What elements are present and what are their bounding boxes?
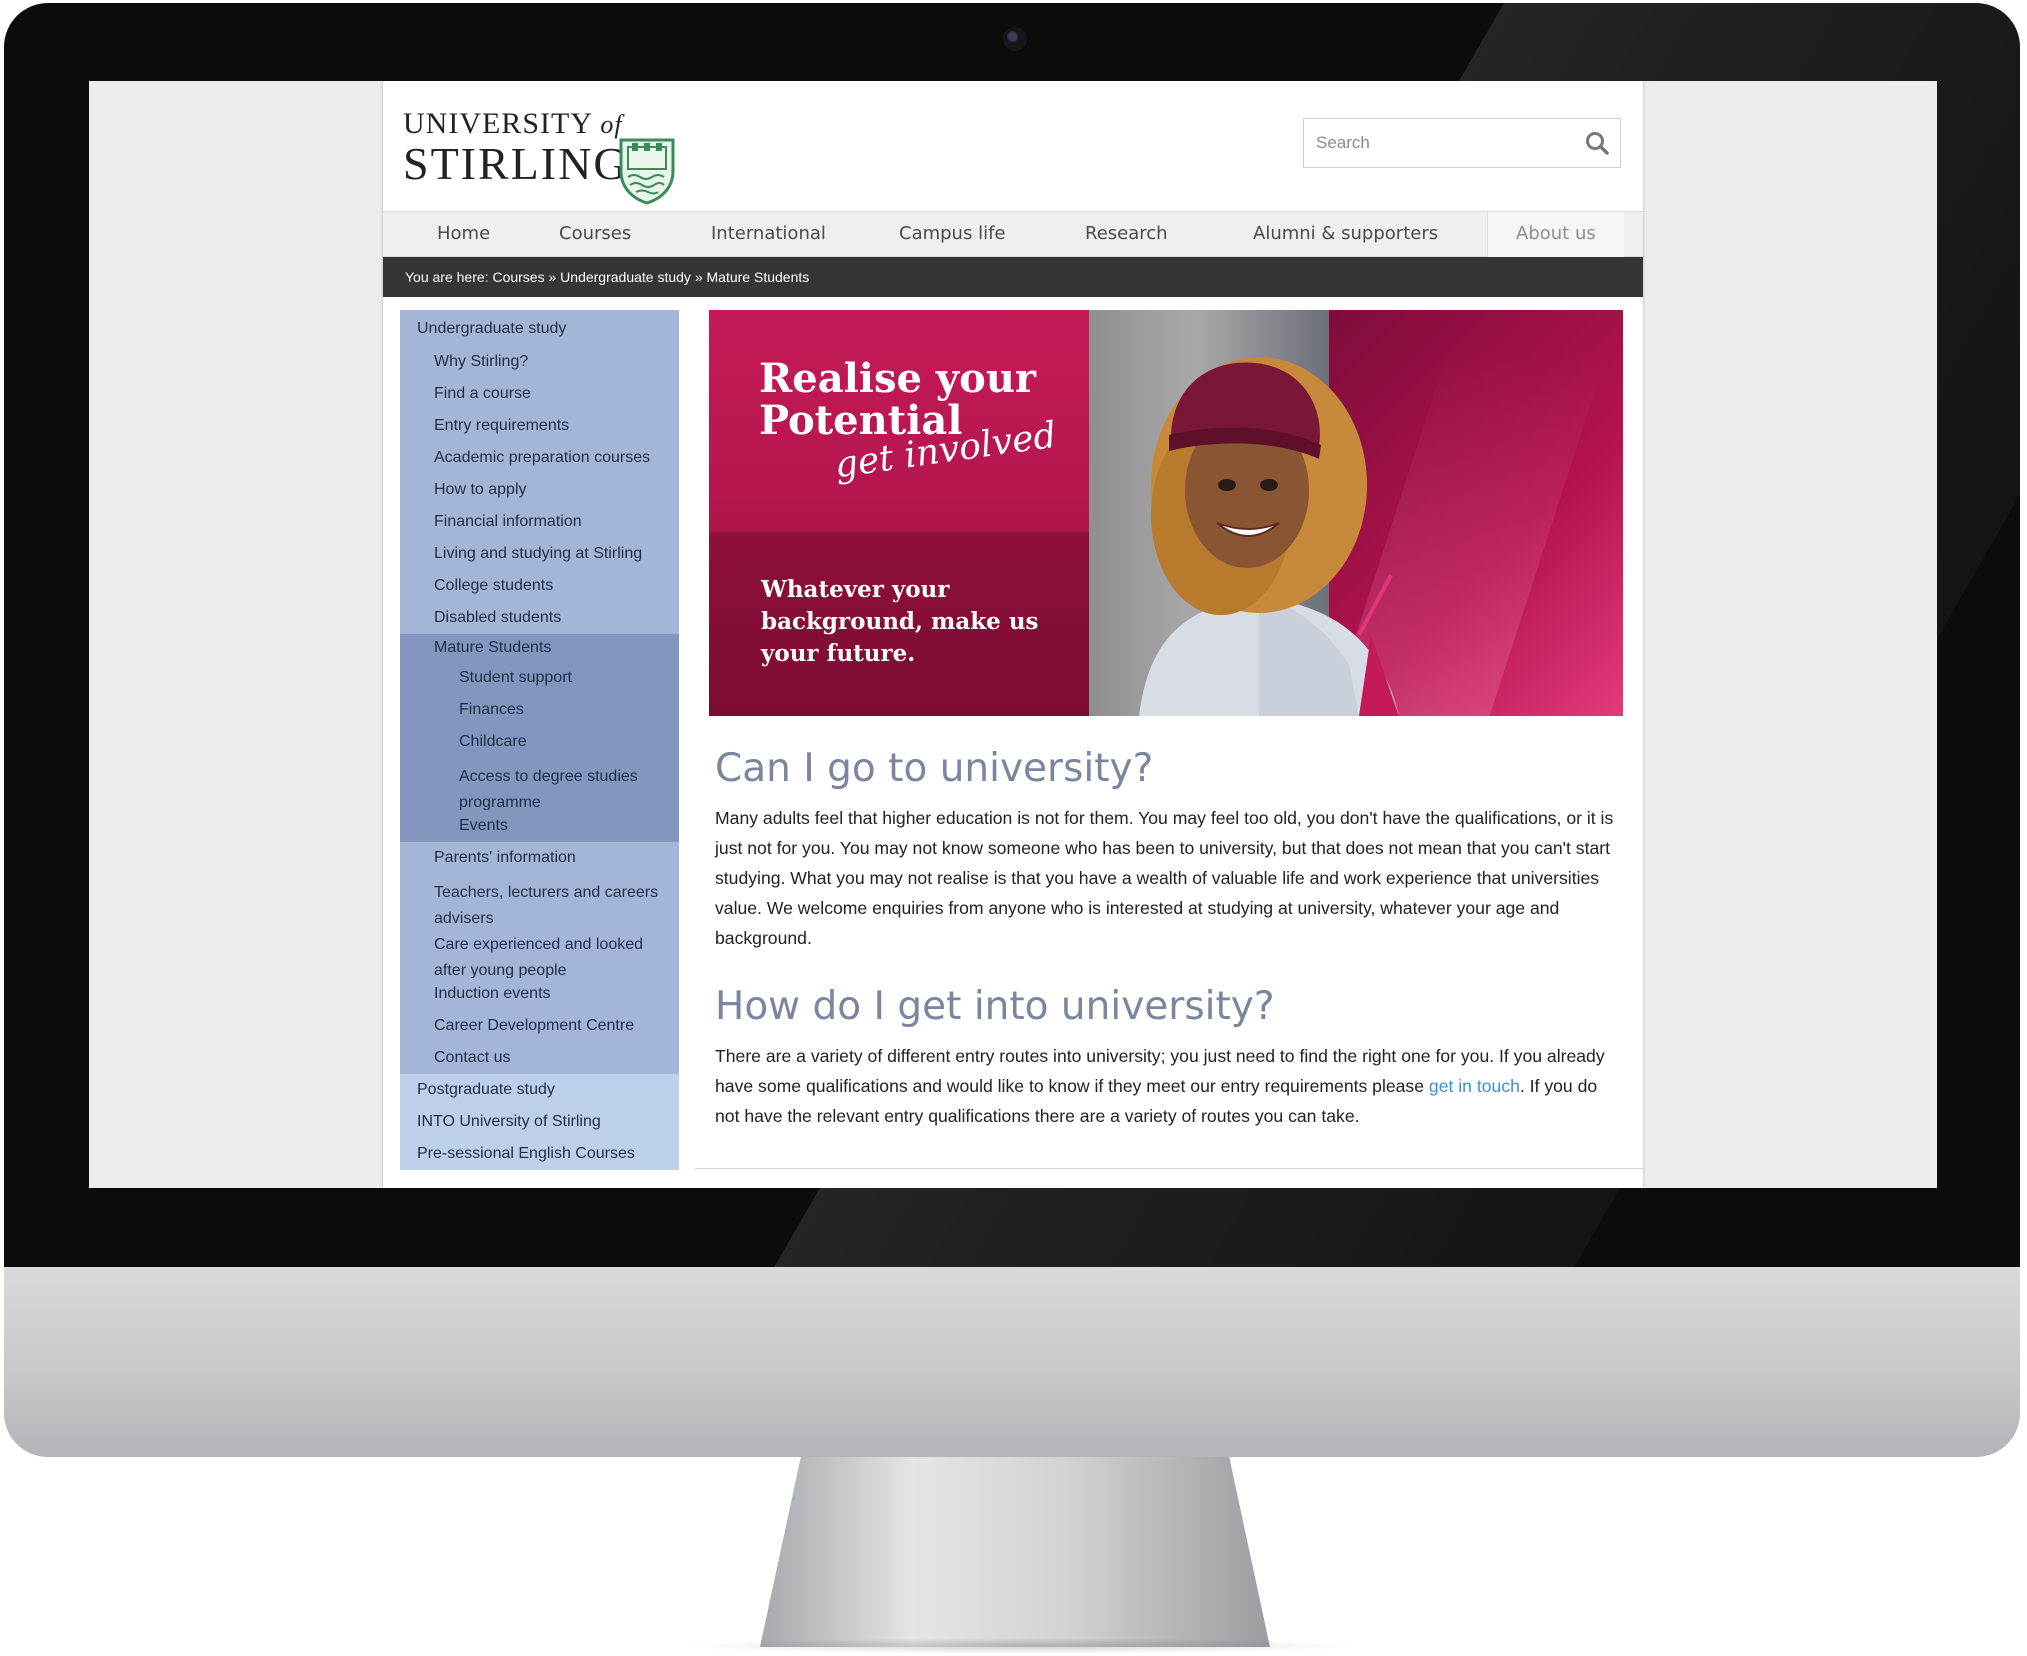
nav-alumni-supporters[interactable]: Alumni & supporters (1253, 212, 1438, 258)
nav-international[interactable]: International (711, 212, 826, 258)
breadcrumb-undergraduate[interactable]: Undergraduate study (560, 269, 691, 285)
sidebar-item-find-course[interactable]: Find a course (400, 378, 679, 410)
breadcrumb: You are here: Courses » Undergraduate st… (383, 257, 1643, 297)
sidebar-item-college-students[interactable]: College students (400, 570, 679, 602)
hero-photo (1089, 310, 1623, 716)
sidebar-subitem-access-degree[interactable]: Access to degree studies programme (400, 758, 679, 811)
sidebar-item-entry-requirements[interactable]: Entry requirements (400, 410, 679, 442)
monitor-stand (760, 1457, 1270, 1647)
sidebar-item-disabled-students[interactable]: Disabled students (400, 602, 679, 634)
stand-shadow (680, 1638, 1360, 1654)
sidebar-section-postgraduate[interactable]: Postgraduate study (400, 1074, 679, 1106)
paragraph-how-do-i-get-in: There are a variety of different entry r… (715, 1046, 1605, 1126)
sidebar-item-contact-us[interactable]: Contact us (400, 1042, 679, 1074)
sidebar-item-career-development[interactable]: Career Development Centre (400, 1010, 679, 1042)
monitor-chin (4, 1267, 2020, 1457)
hero-banner[interactable]: Realise your Potential get involved What… (709, 310, 1623, 716)
sidebar-section-undergraduate[interactable]: Undergraduate study (400, 310, 679, 346)
nav-about-us[interactable]: About us (1487, 212, 1624, 258)
university-crest-icon (619, 138, 675, 205)
sidebar-section-presessional[interactable]: Pre-sessional English Courses (400, 1138, 679, 1170)
breadcrumb-current[interactable]: Mature Students (707, 269, 810, 285)
sidebar-item-parents-information[interactable]: Parents' information (400, 842, 679, 874)
sidebar-item-why-stirling[interactable]: Why Stirling? (400, 346, 679, 378)
breadcrumb-courses[interactable]: Courses (492, 269, 544, 285)
sidebar-item-induction-events[interactable]: Induction events (400, 978, 679, 1010)
hero-tagline: Whatever your background, make us your f… (761, 576, 1039, 667)
sidebar-subitem-events[interactable]: Events (400, 810, 679, 842)
student-photo (1139, 357, 1399, 716)
sidebar-subitem-student-support[interactable]: Student support (400, 662, 679, 694)
breadcrumb-separator: » (544, 269, 561, 285)
sidebar-subitem-childcare[interactable]: Childcare (400, 726, 679, 758)
sidebar-item-how-to-apply[interactable]: How to apply (400, 474, 679, 506)
get-in-touch-link[interactable]: get in touch (1429, 1076, 1520, 1096)
main-nav: Home Courses International Campus life R… (383, 211, 1643, 258)
sidebar-subitem-finances[interactable]: Finances (400, 694, 679, 726)
logo-university-text: UNIVERSITY of (403, 107, 623, 140)
sidebar-item-care-experienced[interactable]: Care experienced and looked after young … (400, 926, 679, 979)
search-box (1303, 118, 1621, 168)
breadcrumb-separator: » (690, 269, 707, 285)
search-icon[interactable] (1584, 130, 1610, 156)
sidebar-item-living-studying[interactable]: Living and studying at Stirling (400, 538, 679, 570)
sidebar-item-teachers-lecturers[interactable]: Teachers, lecturers and careers advisers (400, 874, 679, 927)
screen: UNIVERSITY of STIRLING Home (89, 81, 1937, 1188)
breadcrumb-prefix: You are here: (405, 269, 493, 285)
nav-campus-life[interactable]: Campus life (899, 212, 1005, 258)
sidebar-item-academic-preparation[interactable]: Academic preparation courses (400, 442, 679, 474)
main-content: Can I go to university? Many adults feel… (715, 745, 1615, 1131)
heading-how-do-i-get-in: How do I get into university? (715, 984, 1275, 1029)
sidebar-item-mature-students[interactable]: Mature Students (400, 634, 679, 662)
sidebar-item-financial-information[interactable]: Financial information (400, 506, 679, 538)
nav-courses[interactable]: Courses (559, 212, 631, 258)
web-page: UNIVERSITY of STIRLING Home (383, 81, 1643, 1188)
content-divider (695, 1168, 1643, 1169)
paragraph-can-i-go: Many adults feel that higher education i… (715, 808, 1614, 948)
logo-stirling-text: STIRLING (403, 138, 629, 189)
search-input[interactable] (1304, 119, 1554, 167)
webcam (1003, 27, 1027, 51)
nav-home[interactable]: Home (437, 212, 490, 258)
sidebar-nav: Undergraduate study Why Stirling? Find a… (400, 310, 679, 1188)
nav-research[interactable]: Research (1085, 212, 1168, 258)
sidebar-section-into[interactable]: INTO University of Stirling (400, 1106, 679, 1138)
heading-can-i-go: Can I go to university? (715, 746, 1154, 791)
